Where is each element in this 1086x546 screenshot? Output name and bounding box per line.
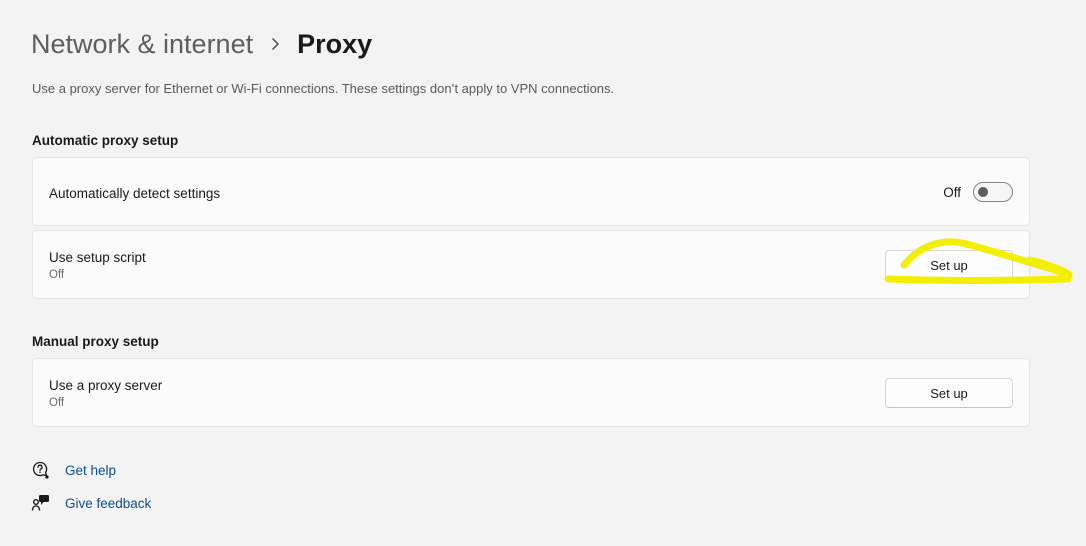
page-title: Proxy <box>297 28 373 59</box>
chevron-right-icon <box>253 37 297 51</box>
setup-script-status: Off <box>49 269 65 281</box>
toggle-knob <box>978 187 988 197</box>
proxy-server-setup-button[interactable]: Set up <box>885 378 1013 408</box>
manual-proxy-section-title: Manual proxy setup <box>32 334 159 349</box>
get-help-link-text[interactable]: Get help <box>65 463 116 478</box>
auto-detect-toggle[interactable] <box>973 182 1013 202</box>
auto-detect-settings-card: Automatically detect settings Off <box>32 157 1030 226</box>
proxy-server-card: Use a proxy server Off Set up <box>32 358 1030 427</box>
setup-script-setup-button[interactable]: Set up <box>885 250 1013 280</box>
give-feedback-link[interactable]: Give feedback <box>31 492 151 514</box>
get-help-link[interactable]: Get help <box>31 459 116 481</box>
auto-detect-state-label: Off <box>943 185 961 200</box>
proxy-server-label: Use a proxy server <box>49 378 163 393</box>
setup-script-card: Use setup script Off Set up <box>32 230 1030 299</box>
feedback-icon <box>31 493 65 513</box>
setup-script-label: Use setup script <box>49 250 146 265</box>
give-feedback-link-text[interactable]: Give feedback <box>65 496 151 511</box>
proxy-settings-page: Network & internet Proxy Use a proxy ser… <box>0 0 1086 546</box>
breadcrumb-network-internet[interactable]: Network & internet <box>31 29 253 60</box>
breadcrumb: Network & internet Proxy <box>31 24 372 64</box>
page-description: Use a proxy server for Ethernet or Wi-Fi… <box>32 81 615 96</box>
help-icon <box>31 460 65 480</box>
automatic-proxy-section-title: Automatic proxy setup <box>32 133 179 148</box>
auto-detect-label: Automatically detect settings <box>49 186 221 201</box>
proxy-server-status: Off <box>49 397 65 409</box>
